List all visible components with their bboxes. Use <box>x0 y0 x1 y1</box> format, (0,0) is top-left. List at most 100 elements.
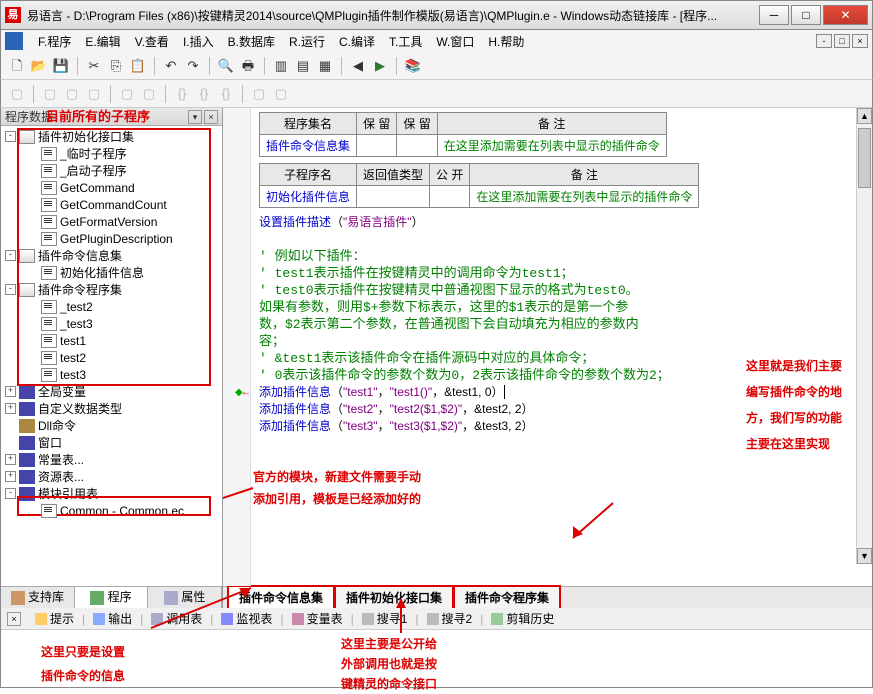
tree-item[interactable]: test3 <box>1 366 222 383</box>
tree-item-label: GetFormatVersion <box>60 215 157 229</box>
tree-expander-icon[interactable]: + <box>5 386 16 397</box>
tree-item[interactable]: test1 <box>1 332 222 349</box>
tree-expander-icon[interactable]: + <box>5 471 16 482</box>
tree-item[interactable]: GetPluginDescription <box>1 230 222 247</box>
tree-item[interactable]: -插件命令信息集 <box>1 247 222 264</box>
copy-button[interactable]: ⎘ <box>106 56 126 76</box>
sidebar-tab-property[interactable]: 属性 <box>148 587 222 608</box>
bottom-tab-search1[interactable]: 搜寻1 <box>354 608 416 629</box>
tree-expander-icon[interactable]: + <box>5 403 16 414</box>
debug2-button[interactable]: ▢ <box>40 84 60 104</box>
tree-item[interactable]: _临时子程序 <box>1 145 222 162</box>
bottom-tab-watch[interactable]: 监视表 <box>213 608 280 629</box>
tree-item[interactable]: _启动子程序 <box>1 162 222 179</box>
debug1-button[interactable]: ▢ <box>7 84 27 104</box>
debug10-button[interactable]: ▢ <box>249 84 269 104</box>
sidebar-pin-button[interactable]: ▾ <box>188 110 202 124</box>
tree-item[interactable]: GetCommandCount <box>1 196 222 213</box>
debug8-button[interactable]: {} <box>194 84 214 104</box>
tree-expander-icon[interactable]: - <box>5 284 16 295</box>
tree-item[interactable]: -插件初始化接口集 <box>1 128 222 145</box>
mdi-restore-button[interactable]: □ <box>834 34 850 48</box>
redo-button[interactable]: ↷ <box>183 56 203 76</box>
tree-item[interactable]: +常量表... <box>1 451 222 468</box>
editor-tab-infoset[interactable]: 插件命令信息集 <box>227 585 335 610</box>
new-button[interactable]: 🗋 <box>7 56 27 76</box>
scroll-down-button[interactable]: ▼ <box>857 548 872 564</box>
bottom-tab-search2[interactable]: 搜寻2 <box>419 608 481 629</box>
sidebar-tab-program[interactable]: 程序 <box>75 587 149 608</box>
bottom-tab-clip[interactable]: 剪辑历史 <box>483 608 562 629</box>
tree-expander-icon[interactable]: + <box>5 454 16 465</box>
program-tree[interactable]: -插件初始化接口集_临时子程序_启动子程序GetCommandGetComman… <box>1 126 222 586</box>
menu-edit[interactable]: E.编辑 <box>78 31 127 52</box>
menu-tools[interactable]: T.工具 <box>382 31 429 52</box>
sidebar-tab-lib[interactable]: 支持库 <box>1 587 75 608</box>
editor-tab-progset[interactable]: 插件命令程序集 <box>453 585 561 610</box>
tree-item[interactable]: +自定义数据类型 <box>1 400 222 417</box>
close-button[interactable]: ✕ <box>823 5 868 25</box>
menu-help[interactable]: H.帮助 <box>481 31 531 52</box>
editor-scrollbar[interactable]: ▲ ▼ <box>856 108 872 564</box>
window3-button[interactable]: ▦ <box>315 56 335 76</box>
debug9-button[interactable]: {} <box>216 84 236 104</box>
menu-run[interactable]: R.运行 <box>282 31 332 52</box>
code-editor[interactable]: 程序集名保 留保 留备 注 插件命令信息集在这里添加需要在列表中显示的插件命令 … <box>223 108 872 586</box>
maximize-button[interactable]: □ <box>791 5 821 25</box>
menu-database[interactable]: B.数据库 <box>221 31 282 52</box>
bottom-tab-vars[interactable]: 变量表 <box>284 608 351 629</box>
menu-compile[interactable]: C.编译 <box>332 31 382 52</box>
save-button[interactable]: 💾 <box>51 56 71 76</box>
tree-item[interactable]: Dll命令 <box>1 417 222 434</box>
editor-tab-init[interactable]: 插件初始化接口集 <box>334 585 454 610</box>
tree-item[interactable]: -模块引用表 <box>1 485 222 502</box>
undo-button[interactable]: ↶ <box>161 56 181 76</box>
menu-window[interactable]: W.窗口 <box>429 31 481 52</box>
bottom-tab-hint[interactable]: 提示 <box>27 608 82 629</box>
paste-button[interactable]: 📋 <box>128 56 148 76</box>
debug6-button[interactable]: ▢ <box>139 84 159 104</box>
debug4-button[interactable]: ▢ <box>84 84 104 104</box>
knowledge-button[interactable]: 📚 <box>403 56 423 76</box>
tree-item[interactable]: test2 <box>1 349 222 366</box>
print-button[interactable]: 🖶 <box>238 56 258 76</box>
cut-button[interactable]: ✂ <box>84 56 104 76</box>
run-button[interactable]: ▶ <box>370 56 390 76</box>
open-button[interactable]: 📂 <box>29 56 49 76</box>
mdi-minimize-button[interactable]: - <box>816 34 832 48</box>
debug7-button[interactable]: {} <box>172 84 192 104</box>
debug5-button[interactable]: ▢ <box>117 84 137 104</box>
debug11-button[interactable]: ▢ <box>271 84 291 104</box>
scroll-thumb[interactable] <box>858 128 871 188</box>
tree-item[interactable]: -插件命令程序集 <box>1 281 222 298</box>
find-button[interactable]: 🔍 <box>216 56 236 76</box>
tree-item[interactable]: _test3 <box>1 315 222 332</box>
bottom-close-button[interactable]: × <box>7 612 21 626</box>
tree-expander-icon[interactable]: - <box>5 131 16 142</box>
tree-item-label: _test2 <box>60 300 93 314</box>
menu-view[interactable]: V.查看 <box>128 31 176 52</box>
tree-item[interactable]: 初始化插件信息 <box>1 264 222 281</box>
tree-item[interactable]: 窗口 <box>1 434 222 451</box>
window1-button[interactable]: ▥ <box>271 56 291 76</box>
sidebar-close-button[interactable]: × <box>204 110 218 124</box>
menu-insert[interactable]: I.插入 <box>176 31 221 52</box>
mdi-close-button[interactable]: × <box>852 34 868 48</box>
tree-item[interactable]: +资源表... <box>1 468 222 485</box>
window2-button[interactable]: ▤ <box>293 56 313 76</box>
bottom-tab-calltable[interactable]: 调用表 <box>143 608 210 629</box>
debug3-button[interactable]: ▢ <box>62 84 82 104</box>
tree-item[interactable]: Common - Common.ec <box>1 502 222 519</box>
tree-expander-icon[interactable]: - <box>5 488 16 499</box>
minimize-button[interactable]: ─ <box>759 5 789 25</box>
tree-item[interactable]: _test2 <box>1 298 222 315</box>
tree-expander-icon[interactable]: - <box>5 250 16 261</box>
scroll-up-button[interactable]: ▲ <box>857 108 872 124</box>
breakpoint-icon[interactable] <box>235 384 249 398</box>
tree-item[interactable]: GetFormatVersion <box>1 213 222 230</box>
tree-item[interactable]: GetCommand <box>1 179 222 196</box>
tree-item[interactable]: +全局变量 <box>1 383 222 400</box>
bottom-tab-output[interactable]: 输出 <box>85 608 140 629</box>
back-button[interactable]: ◀ <box>348 56 368 76</box>
menu-file[interactable]: F.程序 <box>31 31 78 52</box>
